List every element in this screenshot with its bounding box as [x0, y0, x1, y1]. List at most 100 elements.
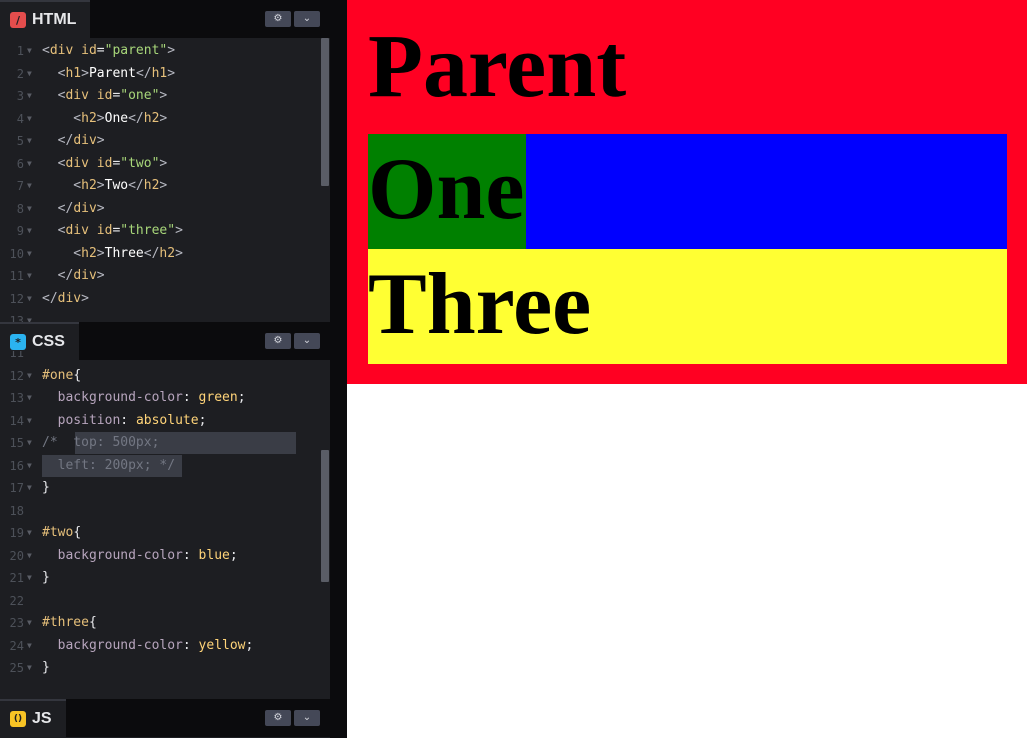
fold-arrow-icon[interactable]: ▼: [27, 40, 32, 62]
fold-arrow-icon[interactable]: ▼: [27, 657, 32, 679]
html-scrollbar[interactable]: [320, 38, 330, 322]
fold-arrow-icon[interactable]: ▼: [27, 635, 32, 657]
code-text: <h1>Parent</h1>: [42, 65, 176, 81]
line-number: 14: [9, 413, 24, 428]
line-number: 15: [9, 436, 24, 450]
code-text: position: absolute;: [42, 412, 207, 428]
js-panel-tab[interactable]: () JS: [0, 699, 66, 737]
line-number: 18: [9, 503, 24, 518]
code-line[interactable]: 7 ▼ <h2>Two</h2>: [0, 175, 320, 197]
html-lang-icon: /: [10, 12, 26, 28]
code-line[interactable]: 14 ▼ position: absolute;: [0, 410, 320, 432]
gear-icon: ⚙: [273, 13, 283, 24]
code-text: background-color: yellow;: [42, 637, 254, 653]
code-line[interactable]: 23 ▼ #three{: [0, 612, 320, 634]
code-line[interactable]: 11: [0, 351, 320, 364]
css-panel: * CSS ⚙ ⌄ 11 12 ▼ #one{13 ▼ background-color…: [0, 322, 330, 699]
gear-icon: ⚙: [273, 712, 283, 723]
code-text: </div>: [42, 200, 105, 216]
code-line[interactable]: 18: [0, 500, 320, 522]
code-line[interactable]: 22: [0, 590, 320, 612]
fold-arrow-icon[interactable]: ▼: [27, 410, 32, 432]
line-number: 23: [9, 616, 24, 630]
preview-three-div: Three: [368, 249, 1007, 364]
css-panel-title: CSS: [32, 333, 65, 350]
result-preview: Parent Two One Three: [347, 0, 1027, 738]
code-line[interactable]: 3 ▼ <div id="one">: [0, 85, 320, 107]
html-scrollbar-thumb[interactable]: [321, 38, 329, 186]
code-line[interactable]: 1 ▼ <div id="parent">: [0, 40, 320, 62]
code-text: <div id="two">: [42, 155, 168, 171]
line-number: 5: [16, 134, 24, 148]
fold-arrow-icon[interactable]: ▼: [27, 153, 32, 175]
line-number: 10: [9, 246, 24, 261]
fold-arrow-icon[interactable]: ▼: [27, 545, 32, 567]
fold-arrow-icon[interactable]: ▼: [27, 130, 32, 152]
line-number: 13: [9, 391, 24, 405]
code-text: }: [42, 570, 50, 585]
code-line[interactable]: 12 ▼ </div>: [0, 288, 320, 310]
js-collapse-button[interactable]: ⌄: [294, 710, 320, 726]
code-line[interactable]: 15 ▼ /* top: 500px;: [0, 432, 320, 454]
html-panel: / HTML ⚙ ⌄ 1 ▼ <div id="parent"> 2 ▼ <h1>Par…: [0, 0, 330, 322]
code-line[interactable]: 11 ▼ </div>: [0, 265, 320, 287]
css-settings-button[interactable]: ⚙: [265, 333, 291, 349]
fold-arrow-icon[interactable]: ▼: [27, 455, 32, 477]
code-line[interactable]: 10 ▼ <h2>Three</h2>: [0, 243, 320, 265]
html-settings-button[interactable]: ⚙: [265, 11, 291, 27]
fold-arrow-icon[interactable]: ▼: [27, 85, 32, 107]
html-code-editor[interactable]: 1 ▼ <div id="parent"> 2 ▼ <h1>Parent</h1> 3 ▼ …: [0, 40, 320, 322]
code-line[interactable]: 6 ▼ <div id="two">: [0, 153, 320, 175]
fold-arrow-icon[interactable]: ▼: [27, 477, 32, 499]
code-line[interactable]: 21 ▼}: [0, 567, 320, 589]
resize-handle[interactable]: [330, 0, 347, 738]
code-line[interactable]: 5 ▼ </div>: [0, 130, 320, 152]
fold-arrow-icon[interactable]: ▼: [27, 365, 32, 387]
line-number: 8: [16, 201, 24, 216]
fold-arrow-icon[interactable]: ▼: [27, 310, 32, 322]
fold-arrow-icon[interactable]: ▼: [27, 567, 32, 589]
code-line[interactable]: 25 ▼}: [0, 657, 320, 679]
html-collapse-button[interactable]: ⌄: [294, 11, 320, 27]
code-text: <div id="one">: [42, 88, 168, 103]
fold-arrow-icon[interactable]: ▼: [27, 63, 32, 85]
code-line[interactable]: 24 ▼ background-color: yellow;: [0, 635, 320, 657]
line-number: 3: [16, 89, 24, 103]
css-collapse-button[interactable]: ⌄: [294, 333, 320, 349]
code-line[interactable]: 2 ▼ <h1>Parent</h1>: [0, 63, 320, 85]
code-text: #two{: [42, 525, 82, 540]
css-code-editor[interactable]: 11 12 ▼ #one{13 ▼ background-color: green; 14…: [0, 351, 320, 699]
line-number: 11: [9, 269, 24, 283]
code-line[interactable]: 13 ▼: [0, 310, 320, 322]
fold-arrow-icon[interactable]: ▼: [27, 198, 32, 220]
fold-arrow-icon[interactable]: ▼: [27, 612, 32, 634]
fold-arrow-icon[interactable]: ▼: [27, 108, 32, 130]
line-number: 12: [9, 368, 24, 383]
code-line[interactable]: 8 ▼ </div>: [0, 198, 320, 220]
code-line[interactable]: 13 ▼ background-color: green;: [0, 387, 320, 409]
line-number: 9: [16, 224, 24, 238]
code-line[interactable]: 20 ▼ background-color: blue;: [0, 545, 320, 567]
code-line[interactable]: 4 ▼ <h2>One</h2>: [0, 108, 320, 130]
fold-arrow-icon[interactable]: ▼: [27, 265, 32, 287]
fold-arrow-icon[interactable]: ▼: [27, 387, 32, 409]
code-line[interactable]: 17 ▼}: [0, 477, 320, 499]
fold-arrow-icon[interactable]: ▼: [27, 220, 32, 242]
line-number: 20: [9, 548, 24, 563]
fold-arrow-icon[interactable]: ▼: [27, 522, 32, 544]
code-line[interactable]: 9 ▼ <div id="three">: [0, 220, 320, 242]
css-scrollbar-thumb[interactable]: [321, 450, 329, 582]
css-lang-icon: *: [10, 334, 26, 350]
fold-arrow-icon[interactable]: ▼: [27, 175, 32, 197]
html-panel-tab[interactable]: / HTML: [0, 0, 91, 38]
code-line[interactable]: 12 ▼ #one{: [0, 365, 320, 387]
css-scrollbar[interactable]: [320, 360, 330, 699]
fold-arrow-icon[interactable]: ▼: [27, 432, 32, 454]
fold-arrow-icon[interactable]: ▼: [27, 288, 32, 310]
code-line[interactable]: 16 ▼ left: 200px; */: [0, 454, 320, 477]
fold-arrow-icon[interactable]: ▼: [27, 243, 32, 265]
code-line[interactable]: 19 ▼ #two{: [0, 522, 320, 544]
line-number: 12: [9, 291, 24, 306]
code-text: <div id="parent">: [42, 43, 176, 58]
js-settings-button[interactable]: ⚙: [265, 710, 291, 726]
